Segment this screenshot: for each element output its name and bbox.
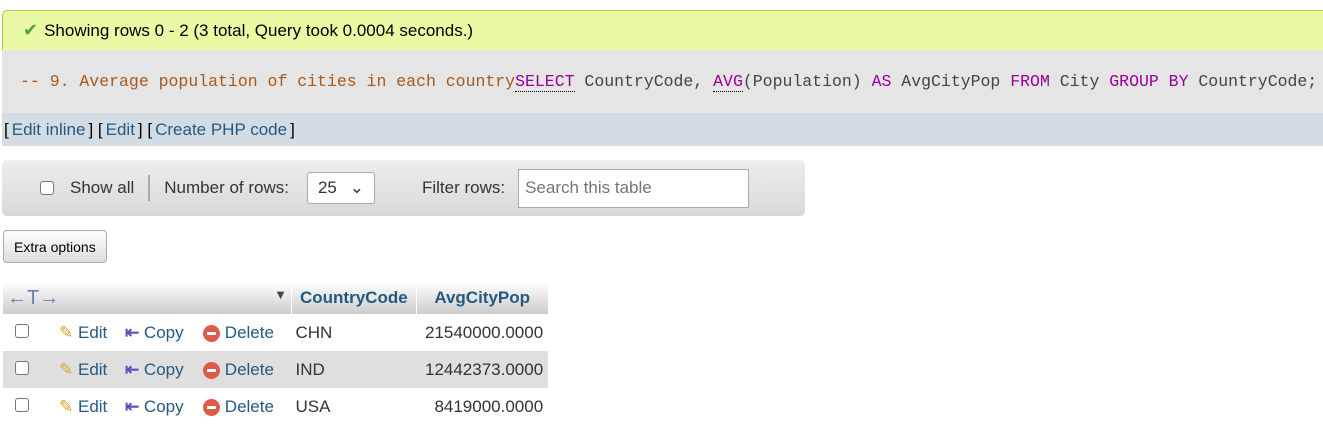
filter-label: Filter rows: xyxy=(421,178,506,197)
copy-label: Copy xyxy=(143,359,184,379)
row-checkbox[interactable] xyxy=(15,360,29,375)
cell-countrycode[interactable]: IND xyxy=(291,351,417,388)
delete-button[interactable]: Delete xyxy=(199,314,291,351)
cell-avgcitypop[interactable]: 21540000.0000 xyxy=(416,314,548,351)
row-checkbox[interactable] xyxy=(15,397,29,412)
table-row: ✎ Edit ⇤ Copy Delete USA 8419000.0000 xyxy=(3,388,548,425)
delete-label: Delete xyxy=(224,396,274,416)
edit-inline-link[interactable]: Edit inline xyxy=(12,120,86,140)
edit-label: Edit xyxy=(77,322,108,342)
delete-icon xyxy=(203,398,221,416)
chevron-down-icon: ⌄ xyxy=(349,178,364,197)
message-text: Showing rows 0 - 2 (3 total, Query took … xyxy=(44,20,474,40)
rows-label: Number of rows: xyxy=(164,178,289,197)
delete-label: Delete xyxy=(224,322,274,342)
table-row: ✎ Edit ⇤ Copy Delete CHN 21540000.0000 xyxy=(3,314,548,351)
create-php-code-link[interactable]: Create PHP code xyxy=(155,120,287,140)
rows-value: 25 xyxy=(317,178,337,197)
copy-label: Copy xyxy=(143,322,184,342)
sql-text: City xyxy=(1049,72,1110,91)
cell-avgcitypop[interactable]: 8419000.0000 xyxy=(416,388,548,425)
copy-icon: ⇤ xyxy=(124,359,140,379)
sql-keyword[interactable]: SELECT xyxy=(515,72,575,92)
cell-avgcitypop[interactable]: 12442373.0000 xyxy=(416,351,549,388)
delete-button[interactable]: Delete xyxy=(199,388,291,425)
sql-keyword: FROM xyxy=(1010,72,1050,91)
check-icon: ✔ xyxy=(23,20,39,40)
sql-text: CountryCode; xyxy=(1188,72,1318,91)
rows-select[interactable]: 25 ⌄ xyxy=(306,172,375,204)
row-checkbox[interactable] xyxy=(15,323,29,338)
sql-text: (Population) xyxy=(742,72,872,91)
sort-dropdown-icon[interactable]: ▼ xyxy=(274,287,287,302)
table-row: ✎ Edit ⇤ Copy Delete IND 12442373.0000 xyxy=(3,351,549,388)
extra-options-label: Extra options xyxy=(14,238,96,255)
show-all-label: Show all xyxy=(70,178,135,197)
edit-label: Edit xyxy=(77,396,108,416)
query-links: [Edit inline] [Edit] [Create PHP code] xyxy=(2,113,1323,146)
column-header-countrycode[interactable]: CountryCode xyxy=(291,282,417,314)
sql-comment: -- 9. Average population of cities in ea… xyxy=(20,72,516,91)
delete-button[interactable]: Delete xyxy=(199,351,292,388)
navigation-bar: Show all Number of rows: 25 ⌄ Filter rows… xyxy=(2,160,805,216)
sql-keyword: AS xyxy=(871,72,892,91)
results-table: ←T→ ▼ CountryCode AvgCityPop ✎ Edit ⇤ Cop… xyxy=(3,282,549,425)
copy-icon: ⇤ xyxy=(124,396,140,416)
extra-options-button[interactable]: Extra options xyxy=(3,230,107,263)
delete-icon xyxy=(203,361,221,379)
edit-button[interactable]: ✎ Edit xyxy=(55,388,121,425)
edit-label: Edit xyxy=(77,359,108,379)
sql-text: AvgCityPop xyxy=(891,72,1011,91)
pencil-icon: ✎ xyxy=(59,359,74,379)
show-all-checkbox[interactable] xyxy=(40,181,54,195)
sql-text: CountryCode, xyxy=(574,72,714,91)
column-header-avgcitypop[interactable]: AvgCityPop xyxy=(416,282,549,314)
delete-icon xyxy=(203,324,221,342)
copy-button[interactable]: ⇤ Copy xyxy=(121,388,199,425)
pencil-icon: ✎ xyxy=(59,396,74,416)
pencil-icon: ✎ xyxy=(59,322,74,342)
edit-button[interactable]: ✎ Edit xyxy=(55,351,121,388)
edit-link[interactable]: Edit xyxy=(106,120,135,140)
filter-input[interactable]: Search this table xyxy=(518,168,750,208)
filter-placeholder: Search this table xyxy=(525,178,652,197)
cell-countrycode[interactable]: USA xyxy=(292,388,417,425)
sql-keyword: GROUP BY xyxy=(1109,72,1189,91)
delete-label: Delete xyxy=(224,359,274,379)
divider xyxy=(148,175,151,201)
copy-button[interactable]: ⇤ Copy xyxy=(121,314,199,351)
success-message: ✔ Showing rows 0 - 2 (3 total, Query took… xyxy=(2,10,1323,50)
copy-icon: ⇤ xyxy=(124,322,140,342)
edit-button[interactable]: ✎ Edit xyxy=(55,314,121,351)
cell-countrycode[interactable]: CHN xyxy=(292,314,417,351)
copy-label: Copy xyxy=(143,396,184,416)
sql-query: -- 9. Average population of cities in ea… xyxy=(2,50,1323,113)
sql-keyword[interactable]: AVG xyxy=(713,72,743,92)
copy-button[interactable]: ⇤ Copy xyxy=(120,351,200,388)
column-resize-icon[interactable]: ←T→ xyxy=(7,287,59,309)
